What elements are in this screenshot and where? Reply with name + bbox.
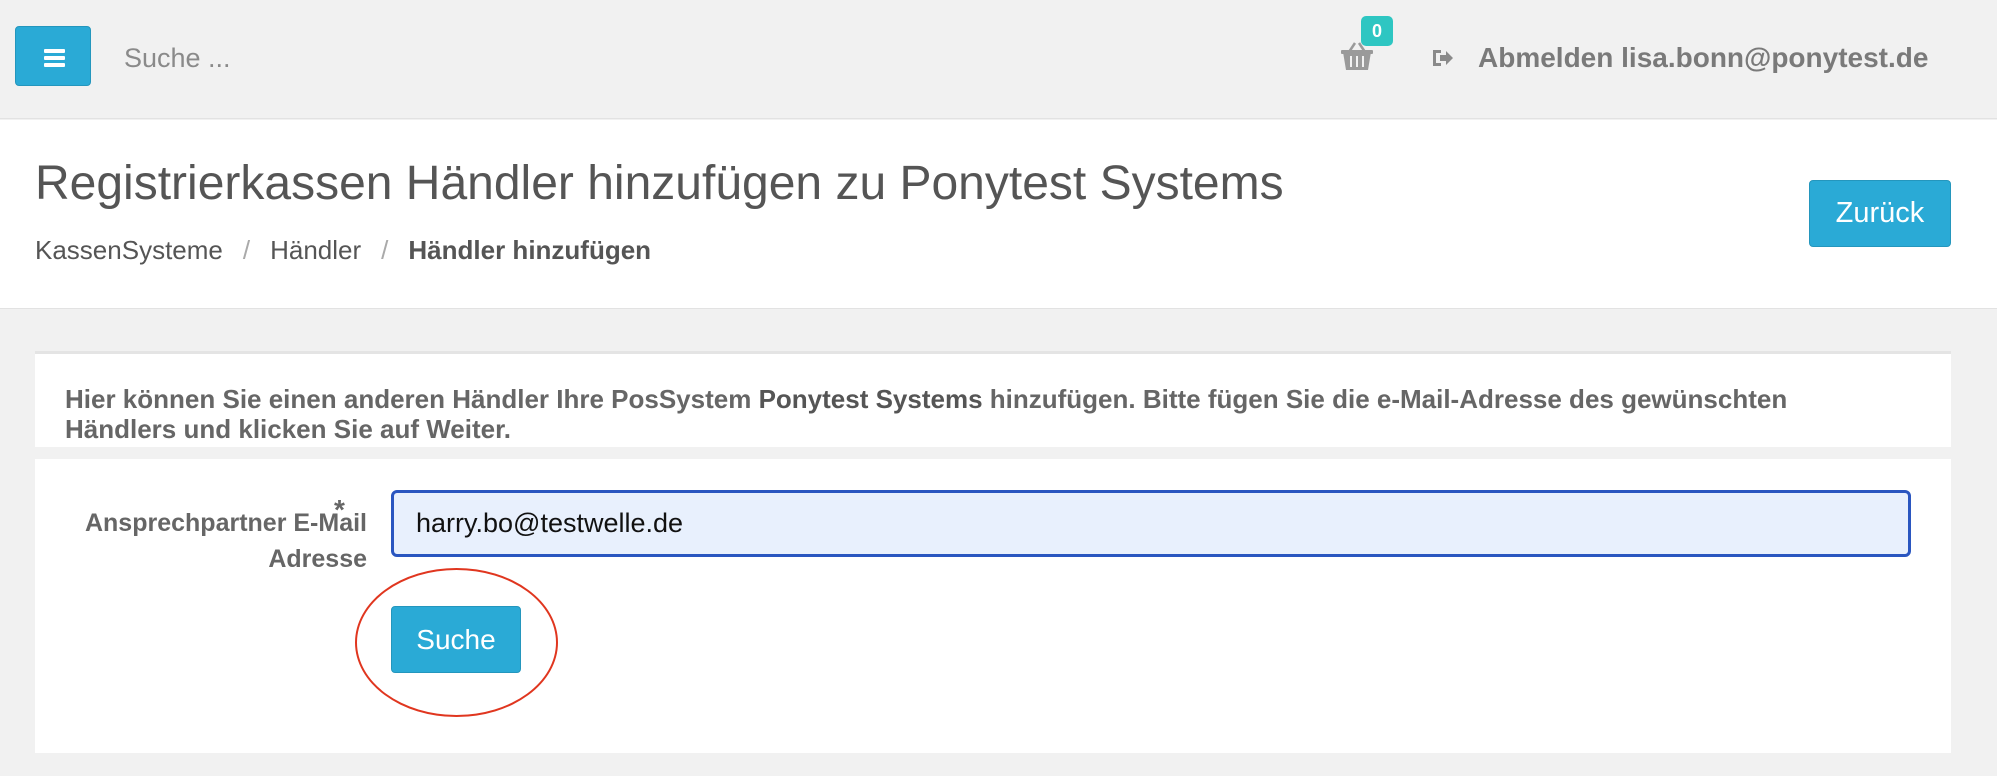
breadcrumb-separator: /: [381, 235, 389, 265]
email-field-label: Ansprechpartner E-Mail Adresse: [84, 509, 367, 573]
info-text-before: Hier können Sie einen anderen Händler Ih…: [65, 384, 759, 414]
hamburger-icon: [44, 49, 65, 53]
info-panel: Hier können Sie einen anderen Händler Ih…: [35, 351, 1951, 447]
contact-email-input[interactable]: [391, 490, 1911, 557]
breadcrumb: KassenSysteme / Händler / Händler hinzufügen: [35, 235, 651, 266]
search-form-panel: Ansprechpartner E-Mail Adresse * Suche: [35, 459, 1951, 753]
logout-link[interactable]: Abmelden lisa.bonn@ponytest.de: [1430, 38, 1928, 78]
global-search-input[interactable]: [124, 36, 624, 80]
sign-out-icon: [1433, 50, 1453, 66]
back-button[interactable]: Zurück: [1809, 180, 1951, 247]
info-text: Hier können Sie einen anderen Händler Ih…: [65, 384, 1885, 444]
hamburger-icon-line: [44, 56, 65, 60]
search-button[interactable]: Suche: [391, 606, 521, 673]
required-marker: *: [334, 494, 345, 525]
page-title: Registrierkassen Händler hinzufügen zu P…: [35, 157, 1284, 210]
breadcrumb-item-haendler[interactable]: Händler: [270, 235, 361, 265]
cart-count-badge: 0: [1361, 16, 1393, 46]
breadcrumb-item-kassensysteme[interactable]: KassenSysteme: [35, 235, 223, 265]
info-system-name: Ponytest Systems: [758, 384, 983, 414]
menu-toggle-button[interactable]: [15, 26, 91, 86]
logout-label: Abmelden lisa.bonn@ponytest.de: [1478, 42, 1929, 73]
page-header: Registrierkassen Händler hinzufügen zu P…: [0, 120, 1997, 309]
breadcrumb-current: Händler hinzufügen: [408, 235, 652, 265]
hamburger-icon-line: [44, 63, 65, 67]
top-navbar: 0 Abmelden lisa.bonn@ponytest.de: [0, 0, 1997, 119]
breadcrumb-separator: /: [242, 235, 251, 265]
